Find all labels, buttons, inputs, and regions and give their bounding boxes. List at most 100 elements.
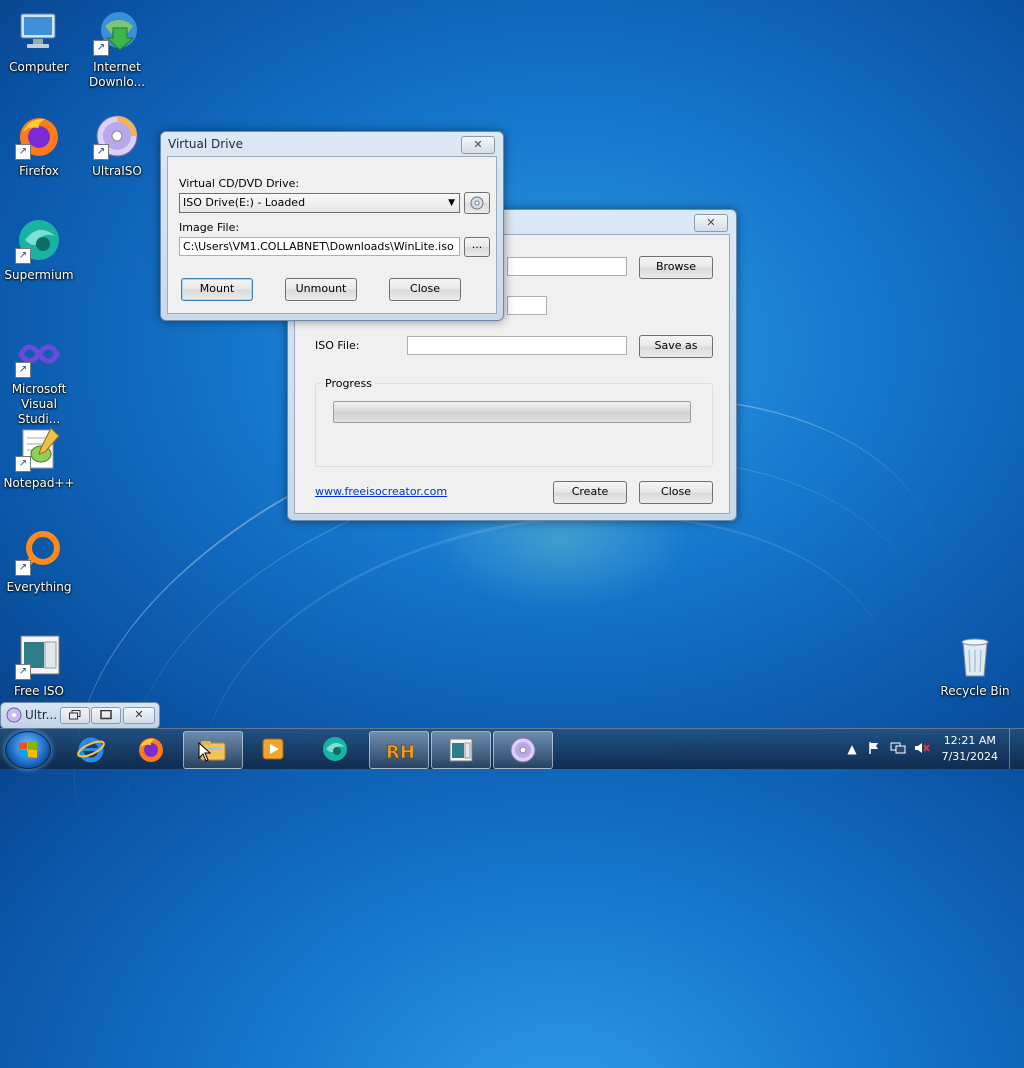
taskbar: RH ▲ 12:21 AM 7/31/2024	[0, 728, 1024, 769]
mount-button[interactable]: Mount	[181, 278, 253, 301]
restore-icon	[69, 710, 81, 720]
ultraiso-disc-icon	[510, 737, 536, 763]
drive-label: Virtual CD/DVD Drive:	[179, 177, 300, 190]
taskbar-media-player[interactable]	[244, 731, 302, 767]
image-file-field[interactable]: C:\Users\VM1.COLLABNET\Downloads\WinLite…	[179, 237, 460, 256]
shortcut-arrow-icon: ↗	[15, 144, 31, 160]
action-center-flag-icon[interactable]	[866, 741, 882, 757]
desktop-icon-computer[interactable]: Computer	[0, 8, 78, 75]
desktop-icon-label: Microsoft Visual Studi...	[11, 382, 67, 426]
shortcut-arrow-icon: ↗	[93, 144, 109, 160]
maximize-icon	[100, 710, 112, 720]
shortcut-arrow-icon: ↗	[15, 456, 31, 472]
taskbar-firefox[interactable]	[122, 731, 180, 767]
ultraiso-disc-icon: ↗	[93, 112, 141, 160]
taskbar-file-explorer[interactable]	[183, 731, 243, 769]
taskbar-free-iso-creator[interactable]	[431, 731, 491, 769]
desktop-icon-visual-studio[interactable]: ↗ Microsoft Visual Studi...	[0, 330, 78, 427]
mouse-cursor-icon	[198, 742, 212, 762]
recycle-bin-icon	[951, 632, 999, 680]
progress-label: Progress	[323, 377, 374, 390]
visual-studio-icon: ↗	[15, 330, 63, 378]
close-button[interactable]: Close	[389, 278, 461, 301]
virtual-drive-window: Virtual Drive ✕ Virtual CD/DVD Drive: IS…	[160, 131, 504, 321]
close-window-button[interactable]: ✕	[461, 136, 495, 154]
desktop-icon-label: Computer	[9, 60, 69, 74]
drive-settings-icon	[470, 196, 484, 210]
iso-close-button[interactable]: Close	[639, 481, 713, 504]
browse-button[interactable]: Browse	[639, 256, 713, 279]
everything-search-icon: ↗	[15, 528, 63, 576]
media-player-icon	[262, 738, 284, 760]
internet-download-manager-icon: ↗	[93, 8, 141, 56]
clock-date: 7/31/2024	[941, 750, 998, 763]
desktop-icon-ultraiso[interactable]: ↗ UltraISO	[78, 112, 156, 179]
desktop-icon-everything[interactable]: ↗ Everything	[0, 528, 78, 595]
clock-time: 12:21 AM	[943, 734, 996, 747]
volume-muted-icon[interactable]	[914, 741, 930, 757]
internet-explorer-icon	[77, 737, 105, 763]
window-title: Virtual Drive	[168, 137, 244, 151]
close-window-button[interactable]: ✕	[694, 214, 728, 232]
desktop-icon-free-iso[interactable]: ↗ Free ISO	[0, 632, 78, 699]
taskbar-ultraiso[interactable]	[493, 731, 553, 769]
drive-select[interactable]: ISO Drive(E:) - Loaded ▼	[179, 193, 460, 213]
create-button[interactable]: Create	[553, 481, 627, 504]
desktop-icon-label: Notepad++	[3, 476, 75, 490]
desktop-icon-firefox[interactable]: ↗ Firefox	[0, 112, 78, 179]
system-clock[interactable]: 12:21 AM 7/31/2024	[942, 733, 998, 765]
free-iso-creator-icon	[449, 738, 473, 762]
progress-group	[315, 383, 713, 467]
tray-expand-icon[interactable]: ▲	[844, 741, 860, 757]
window-titlebar[interactable]: Virtual Drive ✕	[161, 132, 503, 156]
windows-logo-icon	[19, 741, 37, 758]
volume-name-field[interactable]	[507, 296, 547, 315]
minimized-window-bar[interactable]: Ultr... ✕	[0, 702, 160, 729]
shortcut-arrow-icon: ↗	[93, 40, 109, 56]
chevron-down-icon: ▼	[448, 198, 455, 208]
iso-file-label: ISO File:	[315, 339, 360, 352]
iso-file-field[interactable]	[407, 336, 627, 355]
notepadpp-icon: ↗	[15, 424, 63, 472]
free-iso-creator-icon: ↗	[15, 632, 63, 680]
svg-text:RH: RH	[386, 742, 413, 763]
desktop-icon-recycle-bin[interactable]: Recycle Bin	[936, 632, 1014, 699]
save-as-button[interactable]: Save as	[639, 335, 713, 358]
progress-bar	[333, 401, 691, 423]
show-desktop-button[interactable]	[1009, 729, 1024, 769]
window-client-area: Virtual CD/DVD Drive: ISO Drive(E:) - Lo…	[167, 156, 497, 314]
firefox-icon	[139, 738, 163, 762]
desktop-icon-label: Firefox	[19, 164, 59, 178]
source-path-field[interactable]	[507, 257, 627, 276]
desktop-icon-label: UltraISO	[92, 164, 142, 178]
image-browse-button[interactable]: ...	[464, 237, 490, 257]
start-button[interactable]	[5, 731, 51, 769]
minimized-window-title: Ultr...	[25, 708, 58, 722]
image-file-label: Image File:	[179, 221, 240, 234]
computer-icon	[15, 8, 63, 56]
restore-button[interactable]	[60, 707, 90, 724]
supermium-icon	[323, 737, 347, 761]
rh-app-icon: RH	[386, 742, 413, 764]
maximize-button[interactable]	[91, 707, 121, 724]
desktop-icon-supermium[interactable]: ↗ Supermium	[0, 216, 78, 283]
close-minimized-button[interactable]: ✕	[123, 707, 155, 724]
taskbar-supermium[interactable]	[306, 731, 364, 767]
ultraiso-disc-icon	[6, 707, 22, 723]
desktop-icon-label: Recycle Bin	[940, 684, 1010, 698]
desktop-icon-label: Internet Downlo...	[89, 60, 145, 89]
taskbar-internet-explorer[interactable]	[62, 731, 120, 767]
desktop-icon-label: Everything	[6, 580, 72, 594]
network-icon[interactable]	[890, 741, 906, 757]
desktop-icon-notepadpp[interactable]: ↗ Notepad++	[0, 424, 78, 491]
shortcut-arrow-icon: ↗	[15, 664, 31, 680]
unmount-button[interactable]: Unmount	[285, 278, 357, 301]
drive-settings-button[interactable]	[464, 192, 490, 214]
shortcut-arrow-icon: ↗	[15, 560, 31, 576]
taskbar-rh-app[interactable]: RH	[369, 731, 429, 769]
supermium-icon: ↗	[15, 216, 63, 264]
desktop-icon-internet-download-manager[interactable]: ↗ Internet Downlo...	[78, 8, 156, 90]
shortcut-arrow-icon: ↗	[15, 362, 31, 378]
desktop-icon-label: Supermium	[4, 268, 74, 282]
website-link[interactable]: www.freeisocreator.com	[315, 485, 447, 498]
